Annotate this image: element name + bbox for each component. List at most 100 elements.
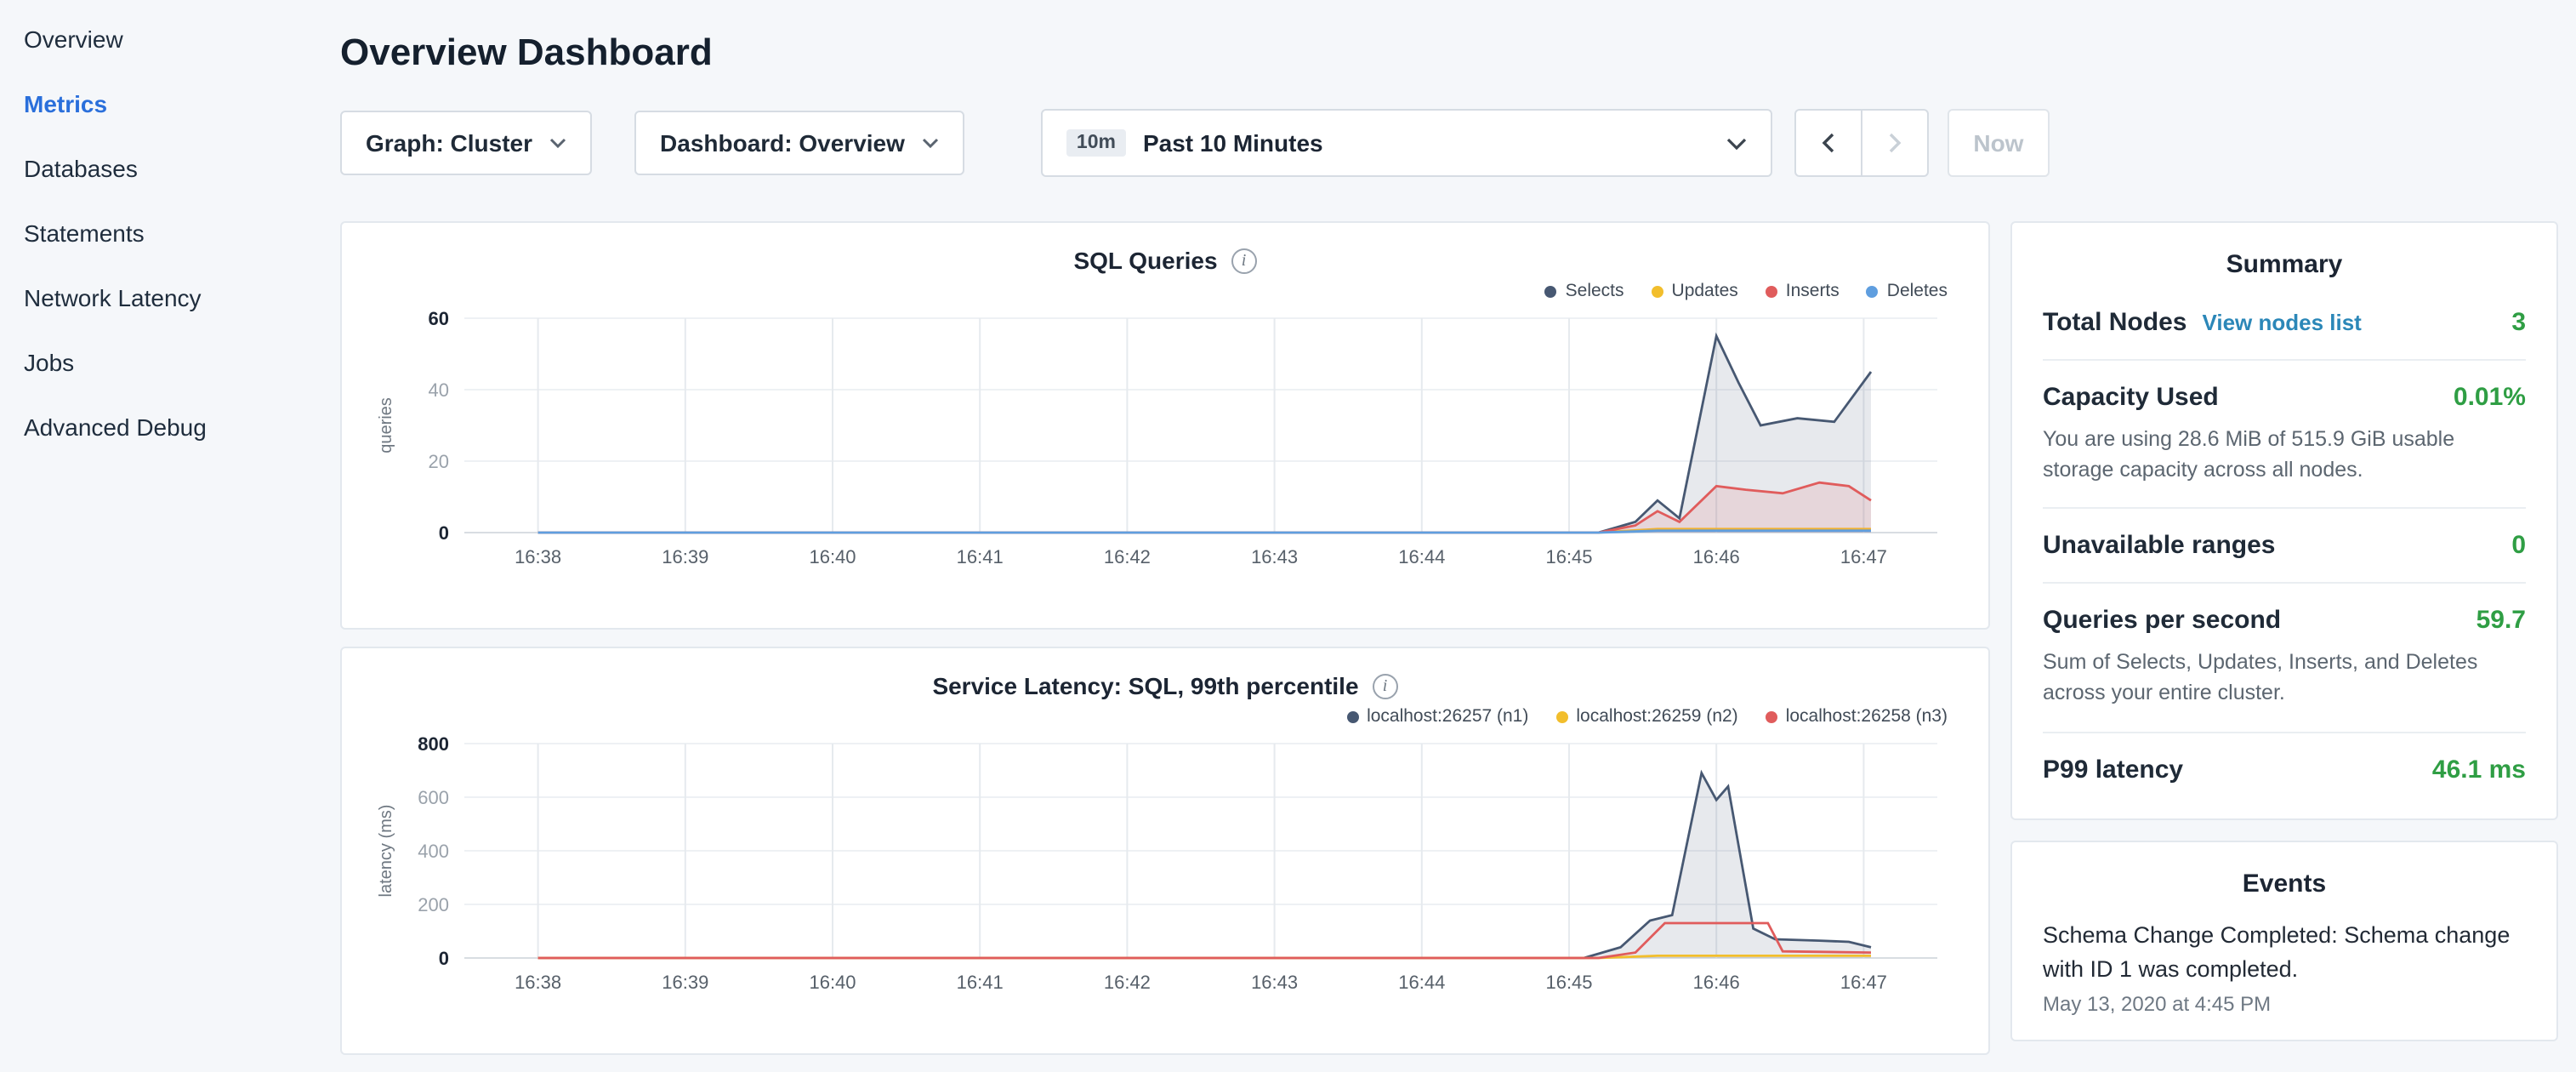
summary-row: P99 latency 46.1 ms (2043, 733, 2526, 794)
svg-text:16:45: 16:45 (1545, 546, 1592, 567)
info-icon[interactable]: i (1231, 248, 1257, 273)
time-range-label: Past 10 Minutes (1143, 129, 1323, 157)
legend-label: Updates (1672, 281, 1738, 301)
legend-label: localhost:26257 (n1) (1367, 706, 1528, 727)
svg-text:16:38: 16:38 (515, 972, 561, 993)
svg-text:16:47: 16:47 (1840, 972, 1887, 993)
svg-text:16:45: 16:45 (1545, 972, 1592, 993)
legend-dot-icon (1555, 710, 1567, 722)
legend-label: Deletes (1887, 281, 1948, 301)
legend-label: localhost:26259 (n2) (1576, 706, 1737, 727)
event-text: Schema Change Completed: Schema change w… (2043, 918, 2526, 987)
svg-text:600: 600 (418, 787, 449, 808)
sidebar-item-metrics[interactable]: Metrics (24, 71, 306, 136)
legend-item[interactable]: Updates (1652, 277, 1738, 305)
svg-text:16:41: 16:41 (957, 972, 1004, 993)
legend-dot-icon (1545, 285, 1557, 297)
event-item: Schema Change Completed: Schema change w… (2043, 904, 2526, 1016)
summary-label: Capacity Used (2043, 383, 2219, 412)
legend-label: Selects (1566, 281, 1624, 301)
time-range-badge: 10m (1066, 129, 1126, 157)
svg-text:16:44: 16:44 (1398, 546, 1445, 567)
dashboard-body: SQL Queries i Selects Updates Inserts Deletes… (340, 221, 2576, 1072)
chevron-down-icon (549, 138, 566, 148)
time-range-dropdown[interactable]: 10m Past 10 Minutes (1041, 109, 1772, 177)
summary-value: 0.01% (2454, 383, 2526, 412)
svg-text:queries: queries (377, 397, 395, 453)
sidebar-item-databases[interactable]: Databases (24, 136, 306, 201)
next-timewindow-button[interactable] (1861, 109, 1929, 177)
now-button[interactable]: Now (1948, 109, 2050, 177)
sidebar-item-overview[interactable]: Overview (24, 7, 306, 71)
summary-label: P99 latency (2043, 755, 2183, 784)
summary-title: Summary (2043, 250, 2526, 279)
summary-row: Unavailable ranges0 (2043, 510, 2526, 584)
legend-item[interactable]: Deletes (1867, 277, 1948, 305)
chevron-down-icon (922, 138, 939, 148)
svg-text:16:46: 16:46 (1693, 546, 1740, 567)
chevron-right-icon (1888, 133, 1902, 153)
main-content: Overview Dashboard Graph: Cluster Dashbo… (306, 0, 2576, 1052)
legend-item[interactable]: Selects (1545, 277, 1624, 305)
svg-text:16:43: 16:43 (1251, 546, 1298, 567)
summary-value: 46.1 ms (2432, 755, 2526, 784)
svg-text:16:43: 16:43 (1251, 972, 1298, 993)
app-root: OverviewMetricsDatabasesStatementsNetwor… (0, 0, 2576, 1052)
summary-value: 59.7 (2476, 607, 2526, 636)
chart-legend: localhost:26257 (n1) localhost:26259 (n2)… (369, 703, 1948, 730)
event-timestamp: May 13, 2020 at 4:45 PM (2043, 992, 2526, 1016)
chart-title: SQL Queries (1073, 247, 1217, 274)
svg-text:60: 60 (429, 308, 449, 329)
chart-card-sql-queries: SQL Queries i Selects Updates Inserts Deletes… (340, 221, 1990, 630)
chart-plot: 020406016:3816:3916:4016:4116:4216:4316:… (369, 305, 1961, 580)
summary-value: 3 (2511, 308, 2526, 337)
svg-text:40: 40 (429, 379, 449, 401)
svg-text:16:38: 16:38 (515, 546, 561, 567)
summary-label: Queries per second (2043, 607, 2281, 636)
view-nodes-link[interactable]: View nodes list (2202, 310, 2361, 335)
summary-label: Total Nodes (2043, 308, 2186, 337)
chart-plot: 020040060080016:3816:3916:4016:4116:4216… (369, 730, 1961, 1006)
chart-card-service-latency: Service Latency: SQL, 99th percentile i lo… (340, 647, 1990, 1055)
legend-label: localhost:26258 (n3) (1786, 706, 1948, 727)
legend-item[interactable]: localhost:26257 (n1) (1346, 703, 1528, 730)
summary-panel: Summary Total Nodes View nodes list 3 Capac… (2010, 221, 2558, 819)
sidebar-item-network-latency[interactable]: Network Latency (24, 265, 306, 330)
charts-column: SQL Queries i Selects Updates Inserts Deletes… (340, 221, 1990, 1072)
sidebar-item-jobs[interactable]: Jobs (24, 330, 306, 395)
page-title: Overview Dashboard (340, 31, 2576, 75)
controls-bar: Graph: Cluster Dashboard: Overview 10m P… (340, 109, 2576, 177)
legend-item[interactable]: Inserts (1766, 277, 1840, 305)
svg-text:20: 20 (429, 451, 449, 472)
svg-text:latency (ms): latency (ms) (377, 805, 395, 898)
legend-dot-icon (1867, 285, 1879, 297)
svg-text:16:39: 16:39 (662, 972, 708, 993)
prev-timewindow-button[interactable] (1794, 109, 1862, 177)
sidebar-item-advanced-debug[interactable]: Advanced Debug (24, 395, 306, 459)
graph-scope-dropdown-label: Graph: Cluster (366, 129, 532, 157)
graph-scope-dropdown[interactable]: Graph: Cluster (340, 111, 592, 175)
dashboard-dropdown[interactable]: Dashboard: Overview (634, 111, 964, 175)
events-panel: Events Schema Change Completed: Schema c… (2010, 840, 2558, 1041)
dashboard-dropdown-label: Dashboard: Overview (660, 129, 905, 157)
svg-text:16:40: 16:40 (809, 972, 856, 993)
svg-text:16:42: 16:42 (1104, 972, 1151, 993)
sidebar-item-statements[interactable]: Statements (24, 201, 306, 265)
svg-text:16:40: 16:40 (809, 546, 856, 567)
right-sidebar: Summary Total Nodes View nodes list 3 Capac… (2010, 221, 2558, 1041)
svg-text:16:47: 16:47 (1840, 546, 1887, 567)
legend-item[interactable]: localhost:26259 (n2) (1555, 703, 1737, 730)
sidebar: OverviewMetricsDatabasesStatementsNetwor… (0, 0, 306, 1052)
info-icon[interactable]: i (1373, 673, 1398, 699)
chart-title-row: SQL Queries i (369, 243, 1961, 274)
chart-title-row: Service Latency: SQL, 99th percentile i (369, 669, 1961, 699)
chart-title: Service Latency: SQL, 99th percentile (932, 672, 1358, 699)
svg-text:16:44: 16:44 (1398, 972, 1445, 993)
summary-label: Unavailable ranges (2043, 532, 2275, 561)
legend-dot-icon (1766, 285, 1777, 297)
legend-dot-icon (1652, 285, 1663, 297)
legend-dot-icon (1346, 710, 1358, 722)
legend-item[interactable]: localhost:26258 (n3) (1766, 703, 1948, 730)
summary-row: Queries per second59.7Sum of Selects, Up… (2043, 584, 2526, 733)
summary-row: Capacity Used0.01%You are using 28.6 MiB… (2043, 361, 2526, 510)
